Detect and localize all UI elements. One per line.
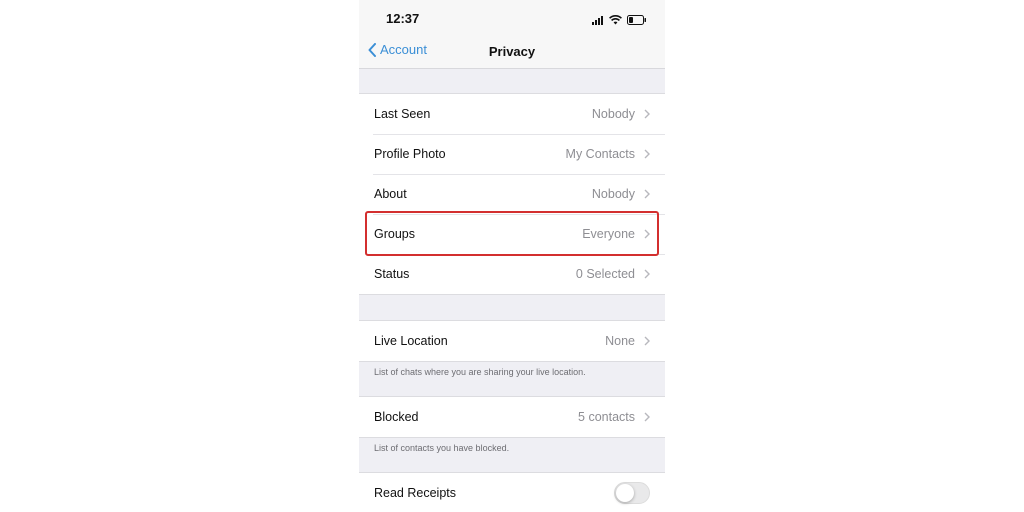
chevron-right-icon [644,229,650,239]
row-label: Profile Photo [374,147,446,161]
row-label: Last Seen [374,107,431,121]
chevron-right-icon [644,269,650,279]
status-icons [592,12,647,30]
chevron-right-icon [644,149,650,159]
phone-screen: 12:37 Account Privacy Last Seen Nobody P… [359,0,665,512]
privacy-row-groups[interactable]: Groups Everyone [359,214,665,254]
row-label: Read Receipts [374,486,456,500]
row-label: Live Location [374,334,448,348]
row-label: Status [374,267,410,281]
live-location-group: Live Location None [359,320,665,362]
toggle-knob [616,484,634,502]
privacy-row-status[interactable]: Status 0 Selected [359,254,665,294]
privacy-row-profile-photo[interactable]: Profile Photo My Contacts [359,134,665,174]
read-receipts-toggle[interactable] [614,482,650,504]
navigation-bar: Account Privacy [359,34,665,69]
privacy-row-read-receipts: Read Receipts [359,473,665,512]
chevron-right-icon [644,189,650,199]
chevron-right-icon [644,336,650,346]
row-label: Blocked [374,410,419,424]
row-label: Groups [374,227,415,241]
battery-icon [627,12,647,30]
status-bar: 12:37 [359,0,665,34]
row-value: 5 contacts [578,410,635,424]
blocked-group: Blocked 5 contacts [359,396,665,438]
row-value: Everyone [582,227,635,241]
blocked-footnote: List of contacts you have blocked. [374,443,510,453]
row-value: Nobody [591,107,635,121]
wifi-icon [609,12,622,30]
privacy-row-about[interactable]: About Nobody [359,174,665,214]
read-receipts-group: Read Receipts [359,472,665,512]
page-title: Privacy [488,44,536,59]
row-value: 0 Selected [575,267,635,281]
row-value: My Contacts [565,147,635,161]
live-location-footnote: List of chats where you are sharing your… [374,367,586,377]
privacy-settings-group: Last Seen Nobody Profile Photo My Contac… [359,93,665,295]
row-value: Nobody [591,187,635,201]
chevron-right-icon [644,412,650,422]
status-time: 12:37 [386,11,420,26]
row-value: None [605,334,635,348]
privacy-row-blocked[interactable]: Blocked 5 contacts [359,397,665,437]
signal-icon [592,12,604,30]
row-label: About [374,187,407,201]
chevron-right-icon [644,109,650,119]
privacy-row-last-seen[interactable]: Last Seen Nobody [359,94,665,134]
privacy-row-live-location[interactable]: Live Location None [359,321,665,361]
